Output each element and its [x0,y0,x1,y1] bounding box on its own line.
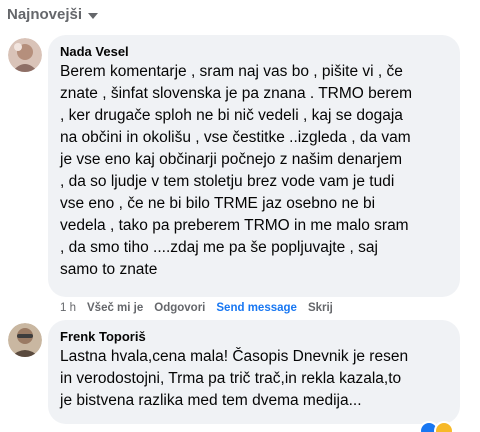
comment-timestamp[interactable]: 1 h [60,302,76,314]
comment-line: na občini in okolišu , vse čestitke ..iz… [60,129,411,146]
comment-line: , da so ljudje v tem stoletju brez vode … [60,173,395,190]
comment-author[interactable]: Frenk Toporiš [60,328,448,345]
chevron-down-icon [88,12,99,19]
comment-line: Berem komentarje , sram naj vas bo , piš… [60,63,403,80]
comment-line: samo to znate [60,261,158,278]
comment-line: , da smo tiho ....zdaj me pa še popljuva… [60,239,378,256]
hide-button[interactable]: Skrij [308,302,333,314]
comment-line: znate , šinfat slovenska je pa znana . T… [60,85,413,102]
comment-bubble: Nada Vesel Berem komentarje , sram naj v… [48,35,460,297]
comment-line: je vse eno kaj občinarji počnejo z našim… [60,151,403,168]
comment-line: vse eno , če ne bi bilo TRME jaz osebno … [60,195,376,212]
sort-dropdown[interactable]: Najnovejši [7,6,99,23]
reaction-icons[interactable] [419,421,454,432]
comments-panel: Najnovejši Nada Vesel Berem komentarje ,… [0,0,480,432]
like-button[interactable]: Všeč mi je [87,302,143,314]
comment-line: , ker drugače sploh ne bi nič vedeli , k… [60,107,403,124]
avatar[interactable] [8,323,42,357]
comment-line: Lastna hvala,cena mala! Časopis Dnevnik … [60,348,409,365]
comment-line: in verodostojni, Trma pa trič trač,in re… [60,370,402,387]
comment-actions: 1 h Všeč mi je Odgovori Send message Skr… [60,302,333,314]
comment-line: je bistvena razlika med tem dvema medija… [60,392,362,409]
haha-reaction-icon [434,421,454,432]
comment-bubble: Frenk Toporiš Lastna hvala,cena mala! Ča… [48,320,460,424]
sort-label: Najnovejši [7,6,83,23]
comment-line: vedela , tako pa preberem TRMO in me mal… [60,217,409,234]
comment-text: Berem komentarje , sram naj vas bo , piš… [60,61,448,281]
reply-button[interactable]: Odgovori [154,302,205,314]
comment-text: Lastna hvala,cena mala! Časopis Dnevnik … [60,346,448,412]
comment-author[interactable]: Nada Vesel [60,43,448,60]
send-message-button[interactable]: Send message [216,302,297,314]
avatar[interactable] [8,38,42,72]
